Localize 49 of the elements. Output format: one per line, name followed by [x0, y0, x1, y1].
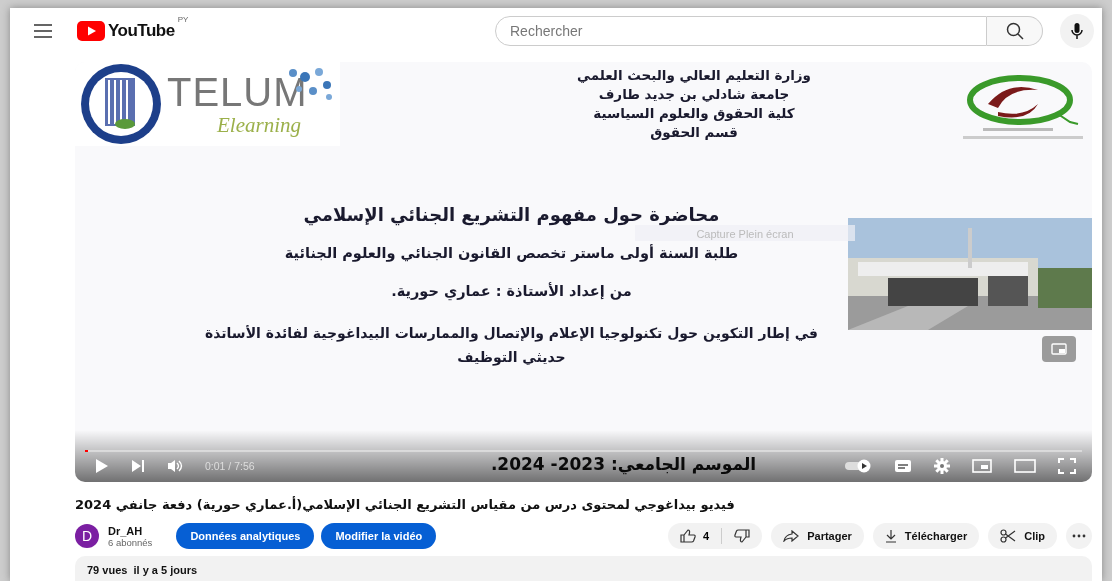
autoplay-toggle[interactable]: [844, 459, 872, 473]
download-button[interactable]: Télécharger: [872, 523, 980, 549]
slide-title: محاضرة حول مفهوم التشريع الجنائي الإسلامي: [303, 204, 720, 225]
brand-name: TELUM: [167, 70, 308, 113]
theater-mode-icon[interactable]: [1014, 459, 1036, 473]
picture-in-picture-button[interactable]: [1042, 336, 1076, 362]
search-button[interactable]: [987, 16, 1043, 46]
share-button[interactable]: Partager: [771, 523, 864, 549]
video-title: فيديو بيداغوجي لمحتوى درس من مقياس التشريع الجنائي الإسلامي(أ.عماري حورية) دفعة جانفي 2024: [75, 497, 735, 512]
screen-icon: [1051, 343, 1067, 355]
slide-text: طلبة السنة أولى ماستر تخصص القانون الجنائي والعلوم الجنائية: [284, 245, 739, 261]
play-icon[interactable]: [95, 458, 109, 474]
region-code: PY: [177, 15, 189, 24]
channel-avatar[interactable]: D: [75, 524, 99, 548]
slide-header-line: وزارة التعليم العالي والبحث العلمي: [576, 66, 811, 85]
download-icon: [884, 529, 897, 543]
more-button[interactable]: [1066, 523, 1092, 549]
subtitles-icon[interactable]: [894, 459, 912, 473]
more-icon: [1072, 534, 1086, 538]
slide-text: من إعداد الأستاذة : عماري حورية.: [391, 283, 632, 299]
brand-tagline: Elearning: [217, 112, 302, 138]
edit-video-button[interactable]: Modifier la vidéo: [321, 523, 437, 549]
volume-icon[interactable]: [167, 459, 183, 473]
scissors-icon: [1000, 529, 1017, 543]
description-box[interactable]: 79 vues il y a 5 jours: [75, 556, 1092, 581]
next-icon[interactable]: [131, 459, 145, 473]
search-icon: [1005, 22, 1024, 40]
youtube-logo[interactable]: YouTube: [77, 21, 175, 41]
time-display: 0:01 / 7:56: [205, 460, 255, 472]
slide-header-line: قسم الحقوق: [650, 123, 738, 142]
slide-header-line: كلية الحقوق والعلوم السياسية: [593, 104, 795, 123]
slide-text: في إطار التكوين حول تكنولوجيا الإعلام والإتصال والممارسات البيداغوجية لفائدة الأساتذة حديثي التوظيف: [204, 324, 819, 368]
slide-footer: الموسم الجامعي: 2023- 2024.: [490, 454, 757, 474]
subscriber-count: 6 abonnés: [108, 536, 153, 548]
miniplayer-icon[interactable]: [972, 459, 992, 473]
clip-button[interactable]: Clip: [988, 523, 1057, 549]
view-stats: 79 vues il y a 5 jours: [87, 564, 198, 576]
microphone-icon: [1071, 22, 1083, 40]
channel-name[interactable]: Dr_AH: [108, 524, 153, 537]
voice-search-button[interactable]: [1060, 14, 1094, 48]
share-icon: [783, 530, 800, 542]
search-field[interactable]: Rechercher: [495, 16, 987, 46]
slide-header-line: جامعة شادلي بن جديد طارف: [598, 85, 790, 104]
thumbs-down-icon: [734, 529, 751, 543]
menu-icon[interactable]: [34, 24, 52, 38]
thumbs-up-icon: [680, 529, 697, 543]
analytics-button[interactable]: Données analytiques: [176, 523, 315, 549]
fullscreen-icon[interactable]: [1058, 458, 1076, 474]
settings-icon[interactable]: [934, 458, 950, 474]
